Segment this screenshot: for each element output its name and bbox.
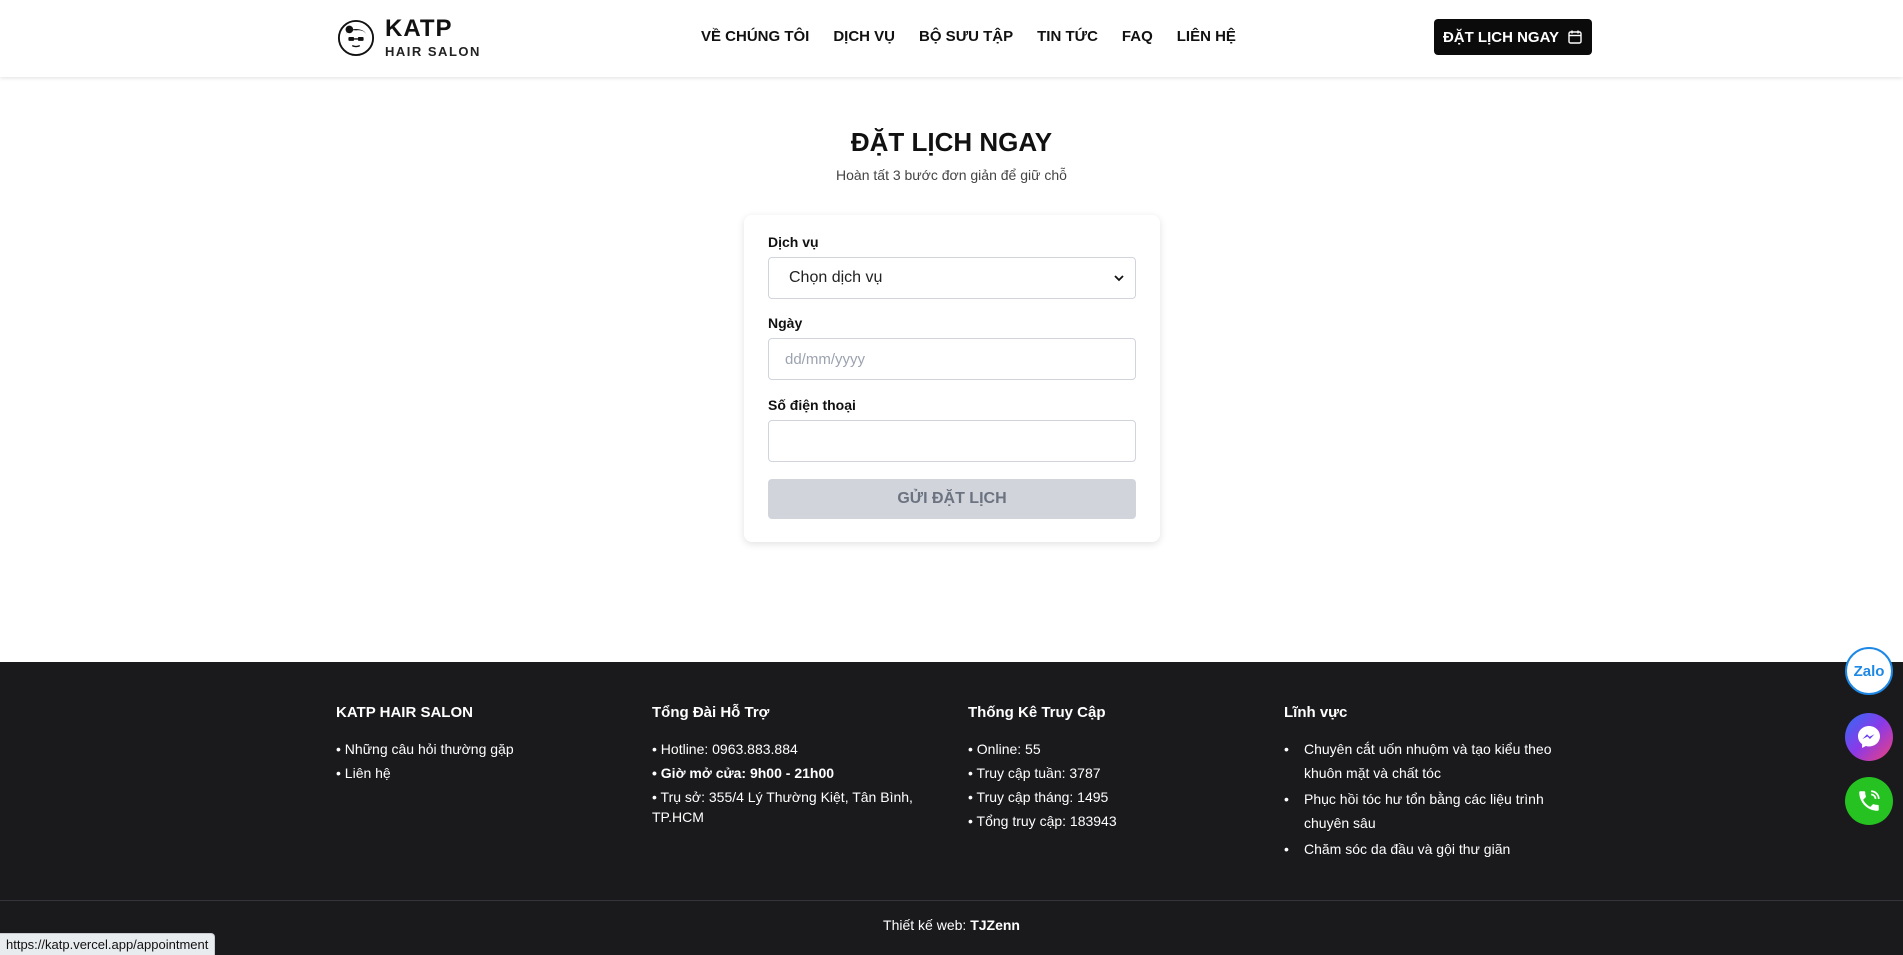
stat-week: • Truy cập tuần: 3787 [968,765,1101,781]
nav-contact[interactable]: LIÊN HỆ [1177,28,1236,45]
nav-news[interactable]: TIN TỨC [1037,28,1098,45]
page-subtitle: Hoàn tất 3 bước đơn giản để giữ chỗ [836,167,1067,183]
page-title: ĐẶT LỊCH NGAY [850,127,1053,157]
footer-col-title: Thống Kê Truy Cập [968,704,1106,721]
appointment-form: Dịch vụ Chọn dịch vụ Ngày Số điện thoại … [744,215,1160,542]
messenger-icon [1858,726,1880,748]
zalo-icon: Zalo [1853,662,1885,680]
phone-call-button[interactable] [1845,777,1893,825]
nav-faq[interactable]: FAQ [1122,28,1153,45]
footer-col-support: Tổng Đài Hỗ Trợ • Hotline: 0963.883.884 … [652,704,922,827]
status-bar-url: https://katp.vercel.app/appointment [0,933,216,955]
footer-hotline: • Hotline: 0963.883.884 [652,741,798,757]
stat-online: • Online: 55 [968,741,1041,757]
stat-month: • Truy cập tháng: 1495 [968,789,1109,805]
nav-about[interactable]: VỀ CHÚNG TÔI [701,28,809,45]
logo[interactable]: KATP HAIR SALON [337,17,481,58]
service-select-value: Chọn dịch vụ [789,269,883,286]
site-footer: KATP HAIR SALON • Những câu hỏi thường g… [0,662,1903,955]
footer-divider [0,900,1903,901]
book-now-label: ĐẶT LỊCH NGAY [1442,28,1560,46]
nav-services[interactable]: DỊCH VỤ [833,28,895,45]
footer-col-title: KATP HAIR SALON [336,704,473,721]
footer-opening-hours: • Giờ mở cửa: 9h00 - 21h00 [652,765,835,781]
zalo-button[interactable]: Zalo [1845,647,1893,695]
field-item: Phục hồi tóc hư tổn bằng các liệu trình … [1284,787,1574,835]
field-item: Chuyên cắt uốn nhuộm và tạo kiểu theo kh… [1284,737,1574,785]
footer-col-salon: KATP HAIR SALON • Những câu hỏi thường g… [336,704,514,785]
brand-subtitle: HAIR SALON [385,44,481,59]
phone-input[interactable] [768,420,1136,462]
footer-link-contact[interactable]: • Liên hệ [336,761,514,785]
chevron-down-icon [1114,275,1124,282]
submit-appointment-button[interactable]: GỬI ĐẶT LỊCH [768,479,1136,519]
service-select[interactable]: Chọn dịch vụ [768,257,1136,299]
stat-total: • Tổng truy cập: 183943 [968,813,1117,829]
book-now-button[interactable]: ĐẶT LỊCH NGAY [1434,19,1592,55]
phone-icon [1859,790,1880,811]
footer-col-title: Lĩnh vực [1284,704,1348,721]
footer-link-faq[interactable]: • Những câu hỏi thường gặp [336,737,514,761]
footer-col-title: Tổng Đài Hỗ Trợ [652,704,770,721]
phone-label: Số điện thoại [768,397,856,413]
main-nav: VỀ CHÚNG TÔI DỊCH VỤ BỘ SƯU TẬP TIN TỨC … [701,28,1260,45]
footer-col-stats: Thống Kê Truy Cập • Online: 55 • Truy cậ… [968,704,1117,833]
credit-prefix: Thiết kế web: [883,917,967,933]
messenger-button[interactable] [1845,713,1893,761]
date-label: Ngày [768,315,803,331]
site-header: KATP HAIR SALON VỀ CHÚNG TÔI DỊCH VỤ BỘ … [0,0,1903,77]
field-item: Chăm sóc da đầu và gội thư giãn [1284,837,1574,861]
service-label: Dịch vụ [768,234,819,250]
footer-col-fields: Lĩnh vực Chuyên cắt uốn nhuộm và tạo kiể… [1284,704,1574,863]
nav-collection[interactable]: BỘ SƯU TẬP [919,28,1013,45]
design-credit: Thiết kế web: TJZenn [0,917,1903,933]
calendar-icon [1568,30,1582,44]
salon-logo-icon [337,19,375,56]
brand-title: KATP [385,15,453,42]
credit-name[interactable]: TJZenn [970,917,1020,933]
footer-address: • Trụ sở: 355/4 Lý Thường Kiệt, Tân Bình… [652,789,913,825]
date-input[interactable] [768,338,1136,380]
